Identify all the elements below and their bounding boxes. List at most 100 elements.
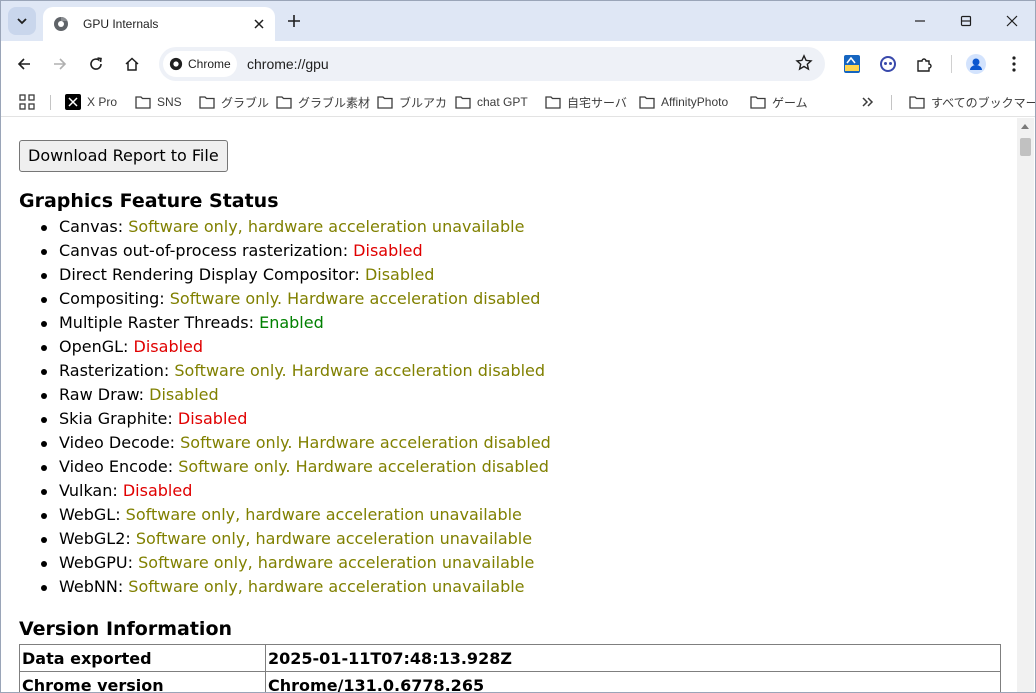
folder-icon (750, 96, 766, 109)
reload-button[interactable] (83, 51, 109, 77)
toolbar: Chrome chrome://gpu (1, 41, 1035, 87)
bookmark-label: ブルアカ (399, 95, 448, 110)
home-button[interactable] (119, 51, 145, 77)
feature-status-heading: Graphics Feature Status (19, 190, 279, 212)
feature-status: Disabled (122, 481, 193, 500)
bookmark-label: AffinityPhoto (661, 95, 729, 109)
profile-button[interactable] (965, 53, 987, 75)
chevron-down-icon (17, 18, 27, 25)
feature-status: Software only, hardware acceleration una… (125, 505, 522, 524)
feature-name: Canvas out-of-process rasterization: (59, 241, 354, 260)
extensions-button[interactable] (913, 53, 935, 75)
minimize-icon (915, 20, 925, 22)
feature-item: WebGL2: Software only, hardware accelera… (39, 527, 551, 551)
maximize-button[interactable] (943, 1, 989, 41)
home-icon (125, 57, 139, 71)
apps-button[interactable] (19, 93, 35, 111)
apps-grid-icon (19, 94, 35, 110)
url-text[interactable]: chrome://gpu (247, 56, 329, 72)
avif-extension-button[interactable] (841, 53, 863, 75)
version-info-heading: Version Information (19, 618, 233, 640)
feature-status-list: Canvas: Software only, hardware accelera… (39, 215, 551, 599)
star-icon[interactable] (795, 54, 813, 72)
feature-item: WebGL: Software only, hardware accelerat… (39, 503, 551, 527)
site-info-chip[interactable]: Chrome (163, 51, 237, 77)
feature-name: Canvas: (59, 217, 129, 236)
bookmark-label: ゲーム (772, 95, 808, 110)
feature-item: Vulkan: Disabled (39, 479, 551, 503)
tab-search-button[interactable] (8, 7, 36, 35)
bookmark-folder-chatgpt[interactable]: chat GPT (455, 93, 528, 111)
all-bookmarks-button[interactable]: すべてのブックマーク (909, 93, 1035, 111)
bookmarks-overflow-button[interactable] (861, 93, 875, 111)
feature-name: Skia Graphite: (59, 409, 178, 428)
feature-status: Disabled (177, 409, 248, 428)
feature-status: Software only. Hardware acceleration dis… (174, 361, 546, 380)
feature-item: Rasterization: Software only. Hardware a… (39, 359, 551, 383)
bookmark-label: 自宅サーバ (567, 95, 627, 110)
close-icon (1006, 15, 1018, 27)
bookmark-label: chat GPT (477, 95, 528, 109)
table-row: Data exported 2025-01-11T07:48:13.928Z (19, 644, 1001, 672)
window-close-button[interactable] (989, 1, 1035, 41)
bookmark-folder-sns[interactable]: SNS (135, 93, 182, 111)
folder-icon (909, 96, 925, 109)
download-report-button[interactable]: Download Report to File (19, 140, 228, 172)
chevron-double-right-icon (862, 97, 874, 107)
bookmark-folder-games[interactable]: ゲーム (750, 93, 808, 111)
version-key: Chrome version (19, 671, 266, 692)
page-scrollbar[interactable] (1017, 118, 1034, 692)
site-info-label: Chrome (188, 57, 231, 71)
address-bar[interactable]: Chrome chrome://gpu (159, 47, 825, 81)
feature-name: WebGL: (59, 505, 126, 524)
scroll-up-arrow-icon[interactable] (1021, 124, 1029, 129)
tab-strip: GPU Internals (1, 1, 1035, 41)
feature-status: Software only, hardware acceleration una… (128, 577, 525, 596)
bookmark-folder-bluearchive[interactable]: ブルアカ (377, 93, 447, 111)
folder-icon (455, 96, 471, 109)
toolbar-divider (951, 55, 952, 73)
arrow-left-icon (17, 58, 30, 70)
feature-status: Enabled (259, 313, 324, 332)
menu-button[interactable] (1003, 53, 1025, 75)
chrome-page-icon (54, 16, 68, 31)
feature-name: Vulkan: (59, 481, 123, 500)
folder-icon (377, 96, 393, 109)
bookmark-folder-home-server[interactable]: 自宅サーバ (545, 93, 627, 111)
feature-name: Video Decode: (59, 433, 181, 452)
bookmark-folder-granblue[interactable]: グラブル (199, 93, 269, 111)
feature-item: Compositing: Software only. Hardware acc… (39, 287, 551, 311)
bookmark-label: SNS (157, 95, 182, 109)
feature-item: Canvas: Software only, hardware accelera… (39, 215, 551, 239)
bookmark-x-pro[interactable]: X Pro (65, 93, 117, 111)
feature-name: Raw Draw: (59, 385, 150, 404)
feature-item: WebNN: Software only, hardware accelerat… (39, 575, 551, 599)
scrollbar-thumb[interactable] (1020, 138, 1031, 156)
feature-name: Video Encode: (59, 457, 179, 476)
feature-name: WebNN: (59, 577, 129, 596)
feature-name: Rasterization: (59, 361, 175, 380)
bookmark-label: グラブル素材 (298, 95, 371, 110)
tab-gpu-internals[interactable]: GPU Internals (43, 7, 275, 41)
ghost-extension-button[interactable] (877, 53, 899, 75)
minimize-button-2[interactable] (897, 1, 943, 41)
feature-item: Video Decode: Software only. Hardware ac… (39, 431, 551, 455)
all-bookmarks-label: すべてのブックマーク (931, 95, 1035, 110)
feature-status: Software only. Hardware acceleration dis… (180, 433, 551, 452)
bookmark-folder-affinityphoto[interactable]: AffinityPhoto (639, 93, 728, 111)
bookmark-folder-granblue-assets[interactable]: グラブル素材 (276, 93, 370, 111)
feature-item: OpenGL: Disabled (39, 335, 551, 359)
feature-item: Direct Rendering Display Compositor: Dis… (39, 263, 551, 287)
feature-status: Software only, hardware acceleration una… (135, 529, 533, 548)
chrome-logo-icon (169, 57, 183, 71)
feature-status: Software only, hardware acceleration una… (128, 217, 525, 236)
maximize-icon (960, 15, 972, 27)
back-button[interactable] (11, 51, 37, 77)
feature-status: Software only. Hardware acceleration dis… (178, 457, 549, 476)
forward-button[interactable] (47, 51, 73, 77)
tab-close-button[interactable] (249, 14, 269, 34)
feature-name: Direct Rendering Display Compositor: (59, 265, 365, 284)
version-key: Data exported (19, 644, 266, 672)
new-tab-button[interactable] (283, 10, 305, 32)
x-logo-icon (65, 94, 81, 110)
